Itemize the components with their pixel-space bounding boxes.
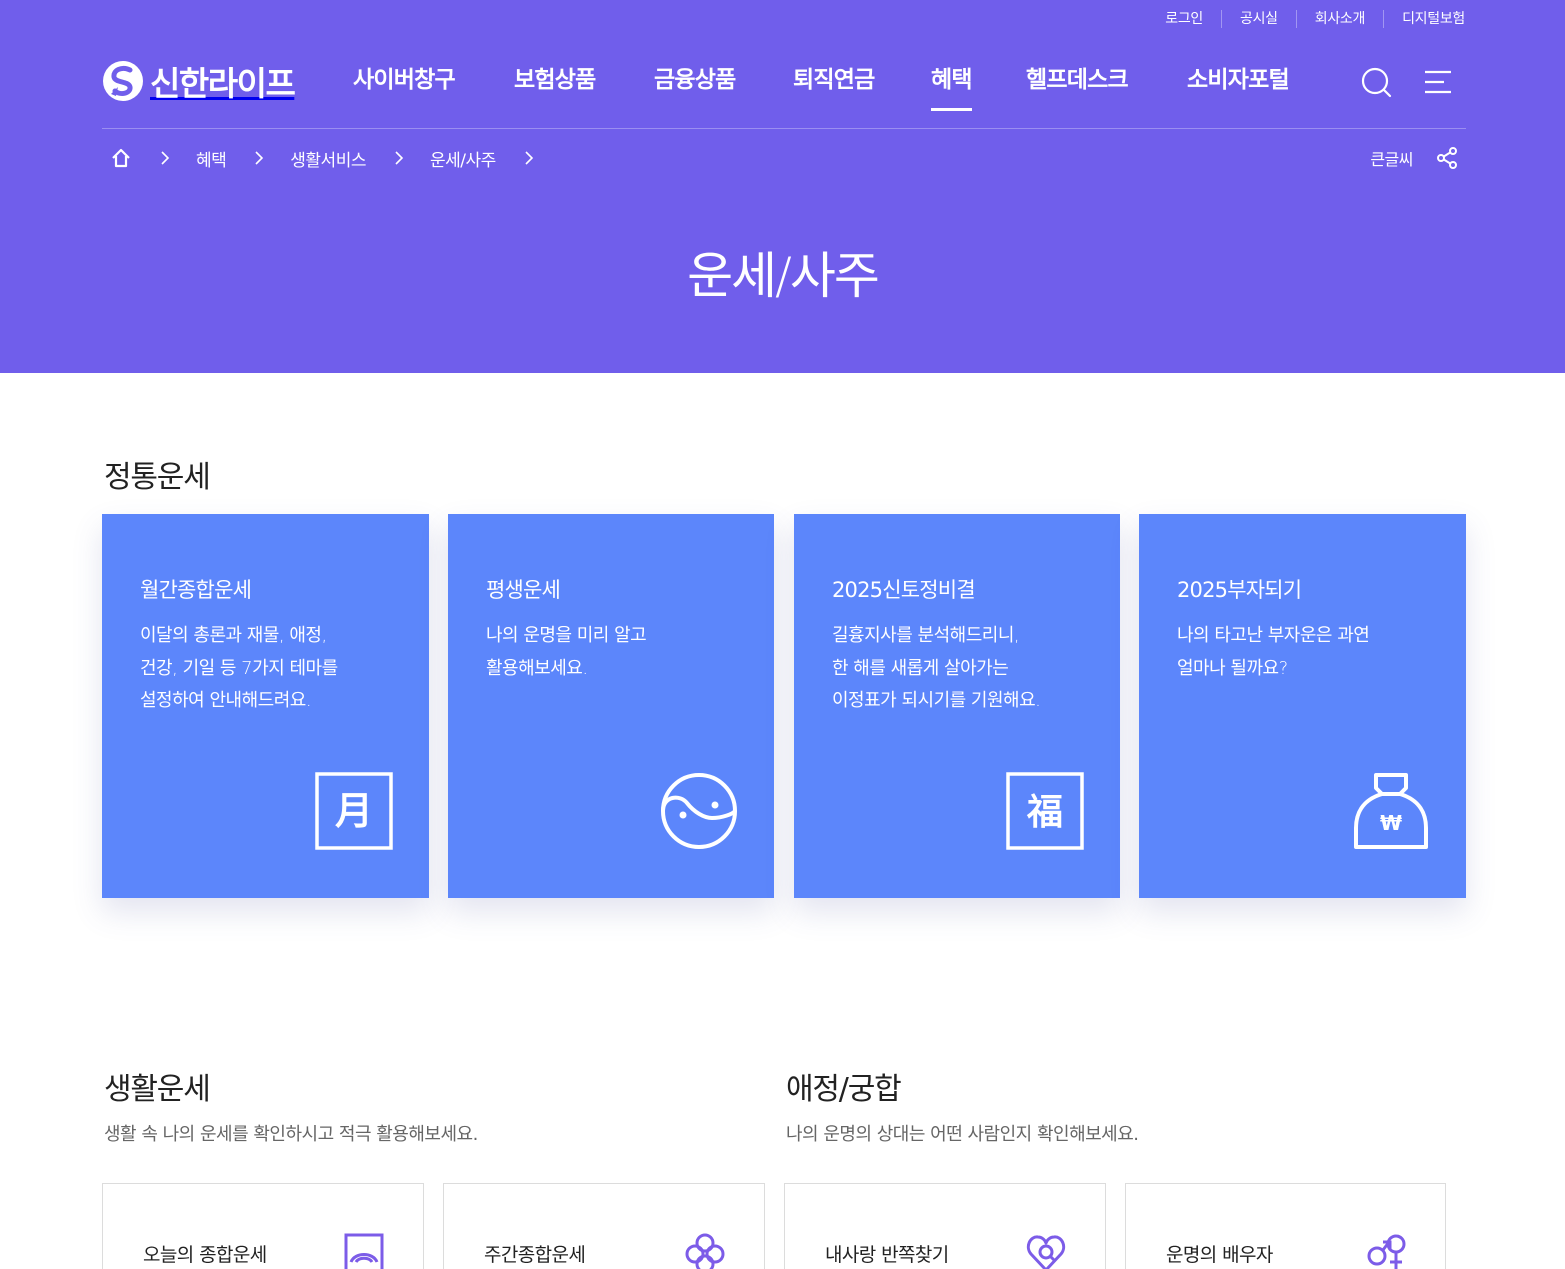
- item-label: 내사랑 반쪽찾기: [825, 1244, 949, 1266]
- nav-cyber-window[interactable]: 사이버창구: [353, 64, 456, 96]
- card-monthly-fortune[interactable]: 월간종합운세 이달의 총론과 재물, 애정, 건강, 기일 등 7가지 테마를 …: [102, 514, 429, 898]
- nav-benefits[interactable]: 혜택: [931, 64, 973, 111]
- item-find-other-half[interactable]: 내사랑 반쪽찾기: [784, 1183, 1106, 1269]
- page-title: 운세/사주: [687, 247, 880, 305]
- moon-character-icon: 月: [315, 772, 393, 850]
- digital-insurance-link[interactable]: 디지털보험: [1383, 10, 1465, 28]
- breadcrumb-life-service[interactable]: 생활서비스: [290, 146, 366, 171]
- life-fortune-title: 생활운세: [104, 1072, 211, 1107]
- breadcrumb-benefits[interactable]: 혜택: [196, 146, 227, 171]
- search-icon[interactable]: [1360, 66, 1392, 98]
- share-icon[interactable]: [1435, 146, 1459, 170]
- svg-text:₩: ₩: [1380, 811, 1402, 835]
- company-intro-link[interactable]: 회사소개: [1295, 10, 1383, 28]
- main-nav: 사이버창구 보험상품 금융상품 퇴직연금 혜택 헬프데스크 소비자포털: [0, 64, 1565, 114]
- breadcrumb: 혜택 생활서비스 운세/사주: [110, 144, 560, 172]
- card-description: 길흉지사를 분석해드리니, 한 해를 새롭게 살아가는 이정표가 되시기를 기원…: [832, 625, 1041, 711]
- yin-yang-icon: [661, 773, 737, 849]
- heart-search-icon: [1026, 1235, 1066, 1269]
- chevron-right-icon: [395, 151, 404, 165]
- utility-links: 로그인 공시실 회사소개 디지털보험: [1147, 10, 1465, 28]
- chevron-right-icon: [255, 151, 264, 165]
- login-link[interactable]: 로그인: [1147, 10, 1221, 28]
- large-font-button[interactable]: 큰글씨: [1370, 146, 1413, 170]
- nav-financial-products[interactable]: 금융상품: [654, 64, 736, 96]
- card-description: 이달의 총론과 재물, 애정, 건강, 기일 등 7가지 테마를 설정하여 안내…: [140, 625, 338, 711]
- card-title: 월간종합운세: [140, 578, 252, 602]
- love-compat-subtitle: 나의 운명의 상대는 어떤 사람인지 확인해보세요.: [786, 1124, 1139, 1145]
- item-label: 운명의 배우자: [1166, 1244, 1273, 1266]
- item-label: 오늘의 종합운세: [143, 1244, 267, 1266]
- disclosure-link[interactable]: 공시실: [1221, 10, 1296, 28]
- header: 로그인 공시실 회사소개 디지털보험 신한라이프 사이버창구 보험상품 금융상품…: [0, 0, 1565, 373]
- chevron-right-icon[interactable]: [524, 150, 534, 166]
- fortune-character-icon: 福: [1006, 772, 1084, 850]
- page-utilities: 큰글씨: [1370, 144, 1459, 172]
- gender-symbols-icon: [1367, 1234, 1406, 1269]
- traditional-fortune-title: 정통운세: [104, 460, 211, 495]
- nav-consumer-portal[interactable]: 소비자포털: [1187, 64, 1290, 96]
- card-description: 나의 타고난 부자운은 과연 얼마나 될까요?: [1177, 625, 1370, 679]
- nav-insurance-products[interactable]: 보험상품: [514, 64, 596, 96]
- card-title: 2025신토정비결: [832, 578, 976, 602]
- card-become-rich[interactable]: 2025부자되기 나의 타고난 부자운은 과연 얼마나 될까요? ₩: [1139, 514, 1466, 898]
- card-title: 2025부자되기: [1177, 578, 1302, 602]
- money-bag-icon: ₩: [1354, 773, 1428, 849]
- breadcrumb-fortune[interactable]: 운세/사주: [430, 146, 496, 171]
- card-description: 나의 운명을 미리 알고 활용해보세요.: [486, 625, 647, 679]
- item-label: 주간종합운세: [484, 1244, 586, 1266]
- card-tojeong-fortune[interactable]: 2025신토정비결 길흉지사를 분석해드리니, 한 해를 새롭게 살아가는 이정…: [794, 514, 1120, 898]
- home-icon[interactable]: [110, 147, 132, 169]
- chevron-right-icon: [161, 151, 170, 165]
- item-weekly-fortune[interactable]: 주간종합운세: [443, 1183, 765, 1269]
- card-lifetime-fortune[interactable]: 평생운세 나의 운명을 미리 알고 활용해보세요.: [448, 514, 774, 898]
- header-actions: [1360, 66, 1454, 98]
- love-compat-title: 애정/궁합: [786, 1072, 902, 1107]
- svg-text:福: 福: [1026, 792, 1063, 833]
- menu-icon[interactable]: [1422, 66, 1454, 98]
- clover-icon: [685, 1233, 725, 1269]
- item-today-fortune[interactable]: 오늘의 종합운세: [102, 1183, 424, 1269]
- sunrise-icon: [344, 1233, 384, 1269]
- life-fortune-subtitle: 생활 속 나의 운세를 확인하시고 적극 활용해보세요.: [104, 1124, 478, 1145]
- nav-retirement-pension[interactable]: 퇴직연금: [793, 64, 875, 96]
- nav-help-desk[interactable]: 헬프데스크: [1026, 64, 1129, 96]
- item-destined-spouse[interactable]: 운명의 배우자: [1125, 1183, 1446, 1269]
- header-divider: [102, 128, 1466, 129]
- svg-text:月: 月: [335, 789, 373, 833]
- card-title: 평생운세: [486, 578, 561, 602]
